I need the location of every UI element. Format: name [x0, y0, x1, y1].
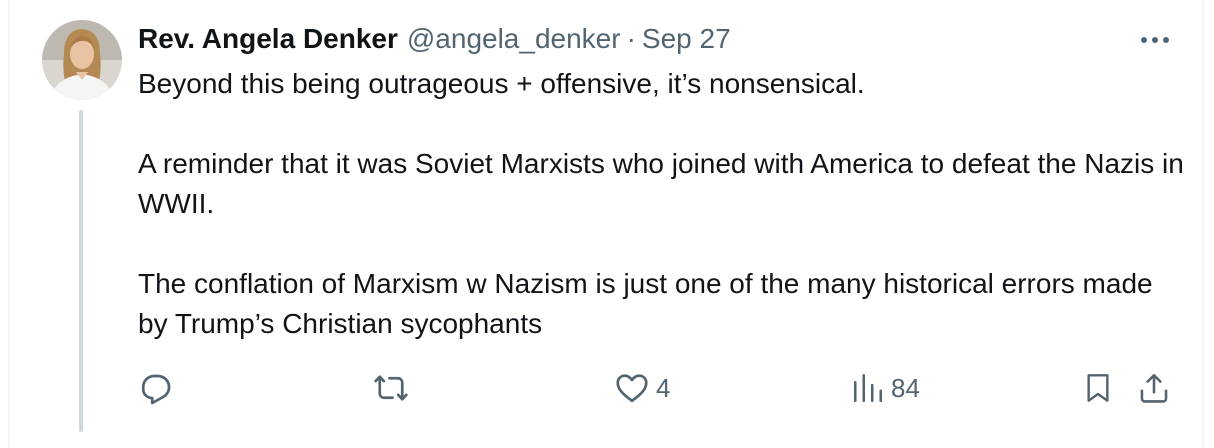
avatar[interactable]	[42, 20, 122, 100]
like-count: 4	[656, 372, 671, 403]
heart-icon	[616, 374, 648, 403]
display-name[interactable]: Rev. Angela Denker	[138, 20, 398, 58]
bookmark-button[interactable]	[1082, 368, 1114, 408]
views-icon	[853, 373, 883, 403]
tweet-header: Rev. Angela Denker @angela_denker · Sep …	[138, 20, 731, 58]
tweet-text: Beyond this being outrageous + offensive…	[138, 64, 1188, 344]
timestamp[interactable]: Sep 27	[642, 20, 731, 58]
tweet-paragraph: The conflation of Marxism w Nazism is ju…	[138, 268, 1153, 339]
retweet-button[interactable]	[372, 368, 410, 408]
tweet-paragraph: Beyond this being outrageous + offensive…	[138, 68, 865, 99]
share-button[interactable]	[1137, 368, 1171, 408]
tweet-paragraph: A reminder that it was Soviet Marxists w…	[138, 148, 1184, 219]
avatar-image	[42, 20, 122, 100]
tweet-card[interactable]: Rev. Angela Denker @angela_denker · Sep …	[8, 0, 1204, 448]
retweet-icon	[374, 375, 408, 401]
views-count: 84	[891, 372, 920, 403]
like-button[interactable]: 4	[614, 368, 670, 408]
separator-dot: ·	[626, 23, 636, 54]
more-options-button[interactable]	[1135, 26, 1175, 54]
reply-icon	[141, 374, 171, 405]
bookmark-icon	[1087, 374, 1109, 402]
views-button[interactable]: 84	[851, 368, 920, 408]
more-icon	[1141, 37, 1169, 43]
thread-line	[79, 110, 83, 432]
share-icon	[1140, 373, 1168, 403]
reply-button[interactable]	[138, 368, 174, 408]
user-handle[interactable]: @angela_denker	[407, 20, 621, 58]
